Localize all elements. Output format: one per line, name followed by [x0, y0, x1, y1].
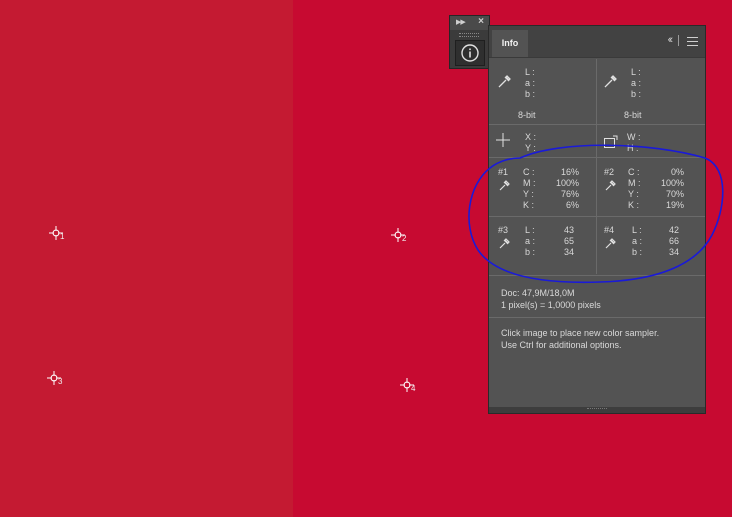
close-icon[interactable]: ×: [478, 16, 484, 27]
eyedropper-icon: [499, 180, 510, 191]
eyedropper-icon: [605, 180, 616, 191]
channel-value: 19%: [665, 200, 684, 210]
label-y: Y :: [525, 143, 536, 153]
info-panel: Info ‹‹ L : a : b : 8-bit L : a : b : 8-…: [488, 25, 706, 414]
label-w: W :: [627, 132, 641, 142]
channel-value: 76%: [560, 189, 579, 199]
canvas-left-region[interactable]: [0, 0, 293, 517]
divider: [489, 157, 705, 158]
sample-tag: #3: [498, 225, 509, 235]
channel-label: Y :: [523, 189, 534, 199]
dock-grip[interactable]: [459, 33, 479, 37]
channel-label: K :: [628, 200, 640, 210]
panel-resize-bar[interactable]: [489, 407, 705, 413]
selection-size-icon: [604, 135, 618, 148]
hamburger-menu-icon[interactable]: [687, 37, 698, 46]
channel-value: 43: [563, 225, 574, 235]
label-b: b :: [525, 89, 536, 99]
channel-value: 65: [563, 236, 574, 246]
eyedropper-icon: [605, 238, 616, 249]
sampler-number: 4: [411, 384, 416, 393]
panel-tabbar: Info ‹‹: [489, 26, 705, 58]
eyedropper-icon: [499, 238, 510, 249]
channel-label: b :: [632, 247, 643, 257]
tab-divider: [678, 35, 679, 46]
label-L: L :: [525, 67, 535, 77]
label-a: a :: [525, 78, 536, 88]
channel-label: b :: [525, 247, 536, 257]
double-chevron-left-icon[interactable]: ‹‹: [668, 34, 674, 46]
panel-dock: ▶▶ ×: [449, 15, 490, 69]
channel-value: 34: [668, 247, 679, 257]
label-a: a :: [631, 78, 642, 88]
channel-value: 34: [563, 247, 574, 257]
eyedropper-icon: [604, 75, 617, 88]
channel-value: 6%: [565, 200, 579, 210]
label-b: b :: [631, 89, 642, 99]
dock-header[interactable]: ▶▶ ×: [450, 16, 489, 30]
sampler-number: 1: [60, 232, 65, 241]
channel-label: M :: [523, 178, 536, 188]
hint-text: Use Ctrl for additional options.: [501, 340, 622, 350]
color-sampler-marker[interactable]: 3: [46, 370, 64, 388]
channel-value: 70%: [665, 189, 684, 199]
channel-value: 66: [668, 236, 679, 246]
channel-label: M :: [628, 178, 641, 188]
channel-value: 42: [668, 225, 679, 235]
pixel-scale: 1 pixel(s) = 1,0000 pixels: [501, 300, 601, 310]
channel-label: L :: [632, 225, 642, 235]
bit-depth: 8-bit: [518, 110, 536, 120]
double-arrow-right-icon[interactable]: ▶▶: [456, 18, 466, 26]
divider: [489, 124, 705, 125]
divider: [596, 59, 597, 124]
sample-tag: #4: [604, 225, 615, 235]
channel-label: L :: [525, 225, 535, 235]
label-L: L :: [631, 67, 641, 77]
divider: [596, 125, 597, 157]
resize-grip[interactable]: [587, 408, 607, 412]
color-sampler-marker[interactable]: 2: [390, 227, 408, 245]
label-x: X :: [525, 132, 537, 142]
channel-label: K :: [523, 200, 535, 210]
bit-depth: 8-bit: [624, 110, 642, 120]
channel-value: 100%: [555, 178, 579, 188]
divider: [489, 216, 705, 217]
channel-label: a :: [632, 236, 643, 246]
channel-label: C :: [628, 167, 640, 177]
sample-tag: #2: [604, 167, 615, 177]
channel-label: a :: [525, 236, 536, 246]
info-panel-button[interactable]: [455, 40, 485, 66]
label-h: H :: [627, 143, 639, 153]
sampler-number: 2: [402, 234, 407, 243]
divider: [489, 317, 705, 318]
channel-value: 16%: [560, 167, 579, 177]
channel-label: Y :: [628, 189, 639, 199]
crosshair-icon: [496, 133, 510, 147]
eyedropper-icon: [498, 75, 511, 88]
sampler-number: 3: [58, 377, 63, 386]
channel-label: C :: [523, 167, 535, 177]
color-sampler-marker[interactable]: 4: [399, 377, 417, 395]
hint-text: Click image to place new color sampler.: [501, 328, 660, 338]
channel-value: 100%: [660, 178, 684, 188]
divider: [489, 275, 705, 276]
tab-info[interactable]: Info: [492, 30, 528, 57]
info-icon: [461, 44, 479, 62]
doc-size: Doc: 47,9M/18,0M: [501, 288, 575, 298]
sample-tag: #1: [498, 167, 509, 177]
channel-value: 0%: [670, 167, 684, 177]
color-sampler-marker[interactable]: 1: [48, 225, 66, 243]
